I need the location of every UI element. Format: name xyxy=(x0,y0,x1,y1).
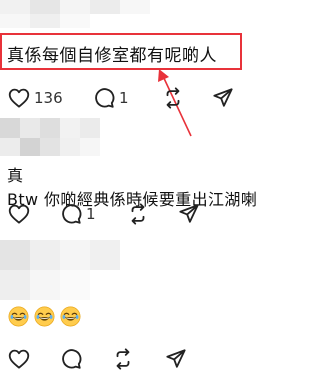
share-button[interactable] xyxy=(178,202,200,226)
repost-button[interactable] xyxy=(112,347,134,371)
like-button[interactable] xyxy=(8,202,30,226)
like-count: 136 xyxy=(34,89,63,107)
send-icon xyxy=(179,204,199,223)
share-button[interactable] xyxy=(212,86,234,110)
reply-button[interactable]: 1 xyxy=(60,202,96,226)
heart-icon xyxy=(8,349,30,369)
post-actions: 1 xyxy=(0,202,307,226)
annotation-highlight-box xyxy=(0,33,242,70)
blurred-header-3 xyxy=(0,240,307,300)
post-actions xyxy=(0,347,307,371)
reply-button[interactable]: 1 xyxy=(93,86,129,110)
like-button[interactable]: 136 xyxy=(8,86,63,110)
heart-icon xyxy=(8,204,30,224)
post-actions: 136 1 xyxy=(0,86,307,110)
joy-emoji-icon xyxy=(8,306,29,327)
heart-icon xyxy=(8,88,30,108)
blurred-header-top xyxy=(0,0,307,28)
reply-button[interactable] xyxy=(60,347,82,371)
emoji-row xyxy=(8,306,86,330)
repost-button[interactable] xyxy=(127,202,149,226)
reply-count: 1 xyxy=(119,89,129,107)
send-icon xyxy=(166,349,186,368)
repost-icon xyxy=(166,87,180,109)
repost-icon xyxy=(116,348,130,370)
like-button[interactable] xyxy=(8,347,30,371)
joy-emoji-icon xyxy=(60,306,81,327)
share-button[interactable] xyxy=(165,347,187,371)
joy-emoji-icon xyxy=(34,306,55,327)
post-text-line-1: 真 xyxy=(7,166,24,185)
comment-icon xyxy=(62,349,82,369)
blurred-header-2 xyxy=(0,118,307,156)
repost-button[interactable] xyxy=(162,86,184,110)
send-icon xyxy=(213,88,233,107)
comment-icon xyxy=(95,88,115,108)
repost-icon xyxy=(131,203,145,225)
comment-icon xyxy=(62,204,82,224)
reply-count: 1 xyxy=(86,205,96,223)
